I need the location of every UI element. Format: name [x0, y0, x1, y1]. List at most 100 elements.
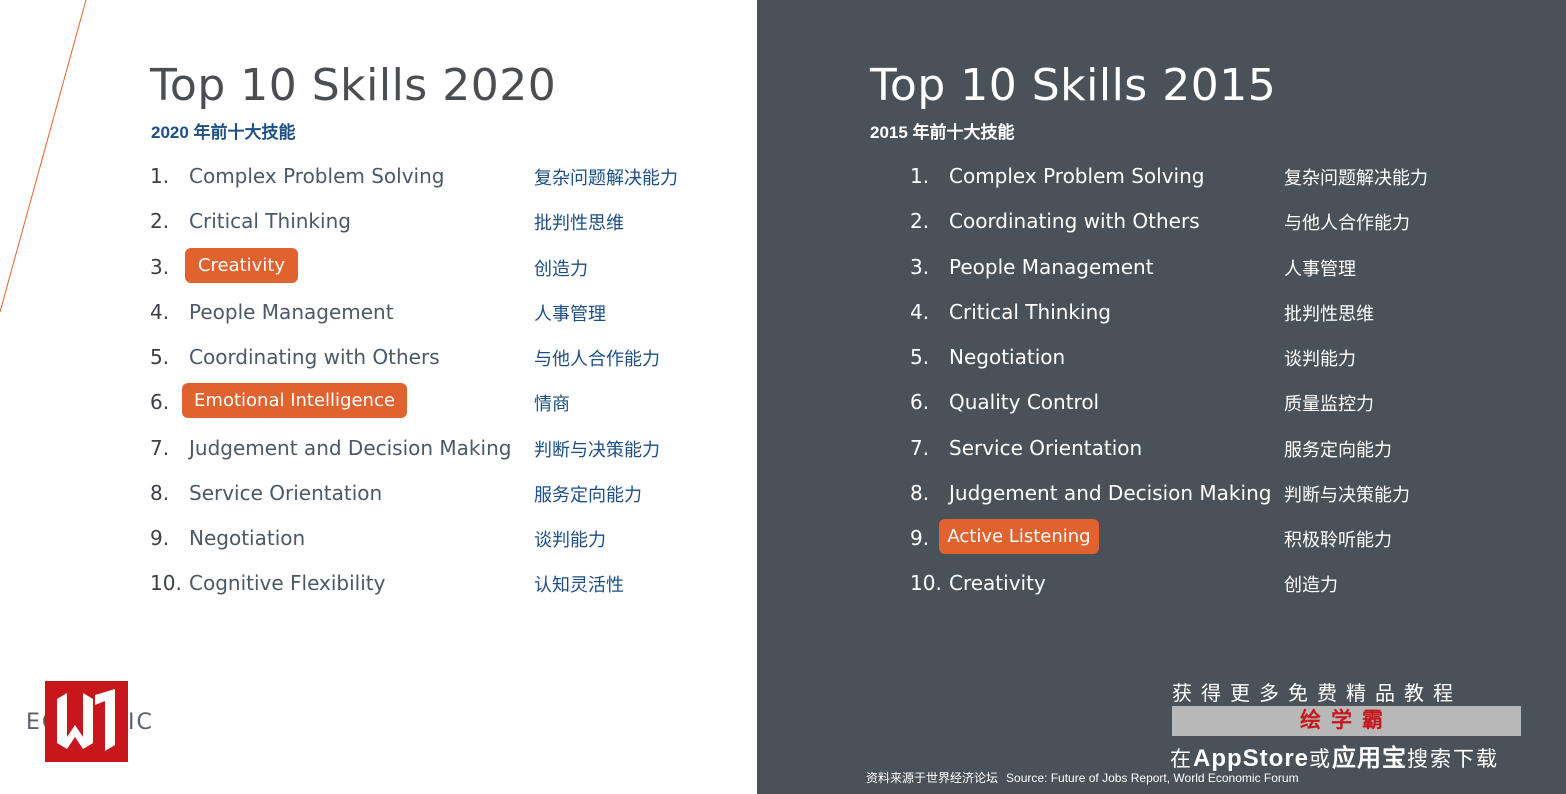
skill-rank: 5. [910, 345, 930, 369]
skill-highlight-badge: Emotional Intelligence [182, 383, 407, 418]
skill-rank: 1. [910, 164, 930, 188]
skill-name: People Management [189, 300, 394, 324]
decorative-line [0, 0, 87, 313]
skill-name: Negotiation [949, 345, 1066, 369]
skill-name-cn: 判断与决策能力 [534, 440, 660, 460]
skill-rank: 2. [910, 209, 930, 233]
skill-row: 1. Complex Problem Solving 复杂问题解决能力 [150, 157, 750, 193]
skill-highlight-badge: Active Listening [939, 519, 1099, 554]
source-cn: 资料来源于世界经济论坛 [866, 771, 999, 785]
logo-text-fragment: IC [128, 710, 154, 735]
skill-row: 9. Active Listening 积极聆听能力 [910, 519, 1510, 555]
skill-name-cn: 判断与决策能力 [1284, 485, 1410, 505]
skill-row: 10. Creativity 创造力 [910, 564, 1510, 600]
skill-rank: 10. [150, 571, 182, 595]
skill-row: 10. Cognitive Flexibility 认知灵活性 [150, 564, 750, 600]
skill-rank: 8. [150, 481, 170, 505]
skill-rank: 2. [150, 209, 170, 233]
skill-name-cn: 复杂问题解决能力 [534, 168, 678, 188]
skill-rank: 9. [910, 526, 930, 550]
skill-rank: 7. [910, 436, 930, 460]
skill-name: Service Orientation [189, 481, 383, 505]
skill-name-cn: 服务定向能力 [534, 485, 642, 505]
skill-name: Negotiation [189, 526, 306, 550]
skill-rank: 4. [150, 300, 170, 324]
skill-row: 6. Emotional Intelligence 情商 [150, 383, 750, 419]
skill-name-cn: 创造力 [534, 259, 588, 279]
skill-name-cn: 与他人合作能力 [534, 349, 660, 369]
skill-rank: 3. [150, 255, 170, 279]
promo-banner[interactable]: 绘学霸 [1172, 706, 1521, 736]
skill-name: Cognitive Flexibility [189, 571, 386, 595]
promo-app-store-cn: 应用宝 [1332, 745, 1407, 772]
skill-row: 9. Negotiation 谈判能力 [150, 519, 750, 555]
watermark-logo-icon [45, 681, 128, 762]
skill-rank: 6. [150, 390, 170, 414]
skill-row: 8. Judgement and Decision Making 判断与决策能力 [910, 474, 1510, 510]
skill-rank: 8. [910, 481, 930, 505]
skill-name-cn: 谈判能力 [534, 530, 606, 550]
skill-row: 4. People Management 人事管理 [150, 293, 750, 329]
right-panel-2015: Top 10 Skills 2015 2015 年前十大技能 1. Complex… [757, 0, 1566, 794]
skill-name-cn: 创造力 [1284, 575, 1338, 595]
skill-name: Complex Problem Solving [949, 164, 1205, 188]
skill-rank: 6. [910, 390, 930, 414]
skill-name-cn: 服务定向能力 [1284, 440, 1392, 460]
skill-rank: 5. [150, 345, 170, 369]
skill-rank: 3. [910, 255, 930, 279]
promo-text: 或 [1309, 748, 1332, 771]
skill-rank: 4. [910, 300, 930, 324]
skill-name: Creativity [949, 571, 1046, 595]
skill-row: 7. Service Orientation 服务定向能力 [910, 429, 1510, 465]
skill-row: 3. People Management 人事管理 [910, 248, 1510, 284]
skill-row: 1. Complex Problem Solving 复杂问题解决能力 [910, 157, 1510, 193]
subtitle-2015: 2015 年前十大技能 [870, 123, 1015, 142]
skill-name-cn: 情商 [534, 394, 570, 414]
promo-banner-label: 绘学霸 [1300, 709, 1393, 732]
skill-name-cn: 认知灵活性 [534, 575, 624, 595]
skill-name-cn: 谈判能力 [1284, 349, 1356, 369]
skill-row: 5. Coordinating with Others 与他人合作能力 [150, 338, 750, 374]
source-en: Source: Future of Jobs Report, World Eco… [1006, 771, 1299, 785]
skill-rank: 7. [150, 436, 170, 460]
skill-row: 2. Critical Thinking 批判性思维 [150, 202, 750, 238]
promo-appstore: AppStore [1193, 745, 1309, 772]
skill-name: Complex Problem Solving [189, 164, 445, 188]
skill-name: Coordinating with Others [949, 209, 1200, 233]
skill-name: People Management [949, 255, 1154, 279]
subtitle-2020: 2020 年前十大技能 [151, 123, 296, 142]
promo-text: 在 [1170, 748, 1193, 771]
skill-name: Critical Thinking [949, 300, 1111, 324]
skill-name: Judgement and Decision Making [189, 436, 512, 460]
skill-rank: 10. [910, 571, 942, 595]
skill-name-cn: 人事管理 [534, 304, 606, 324]
promo-text: 搜索下载 [1407, 748, 1499, 771]
skill-row: 7. Judgement and Decision Making 判断与决策能力 [150, 429, 750, 465]
skill-name: Coordinating with Others [189, 345, 440, 369]
skill-name: Critical Thinking [189, 209, 351, 233]
skill-name-cn: 积极聆听能力 [1284, 530, 1392, 550]
skill-row: 3. Creativity 创造力 [150, 248, 750, 284]
skill-name-cn: 与他人合作能力 [1284, 213, 1410, 233]
skill-name-cn: 复杂问题解决能力 [1284, 168, 1428, 188]
skill-row: 8. Service Orientation 服务定向能力 [150, 474, 750, 510]
skill-rank: 1. [150, 164, 170, 188]
skill-name-cn: 批判性思维 [534, 213, 624, 233]
skill-name: Service Orientation [949, 436, 1143, 460]
skill-row: 2. Coordinating with Others 与他人合作能力 [910, 202, 1510, 238]
skill-name-cn: 质量监控力 [1284, 394, 1374, 414]
left-panel-2020: Top 10 Skills 2020 2020 年前十大技能 1. Complex… [0, 0, 757, 794]
skill-name: Quality Control [949, 390, 1100, 414]
promo-headline: 获得更多免费精品教程 [1172, 683, 1462, 705]
skill-highlight-badge: Creativity [185, 248, 298, 283]
skill-row: 6. Quality Control 质量监控力 [910, 383, 1510, 419]
page-title-2015: Top 10 Skills 2015 [870, 60, 1277, 111]
skill-row: 4. Critical Thinking 批判性思维 [910, 293, 1510, 329]
source-note: 资料来源于世界经济论坛 Source: Future of Jobs Report… [866, 769, 1299, 786]
page-title-2020: Top 10 Skills 2020 [150, 60, 557, 111]
skill-name-cn: 人事管理 [1284, 259, 1356, 279]
skill-name-cn: 批判性思维 [1284, 304, 1374, 324]
skill-name: Judgement and Decision Making [949, 481, 1272, 505]
skill-row: 5. Negotiation 谈判能力 [910, 338, 1510, 374]
skill-rank: 9. [150, 526, 170, 550]
